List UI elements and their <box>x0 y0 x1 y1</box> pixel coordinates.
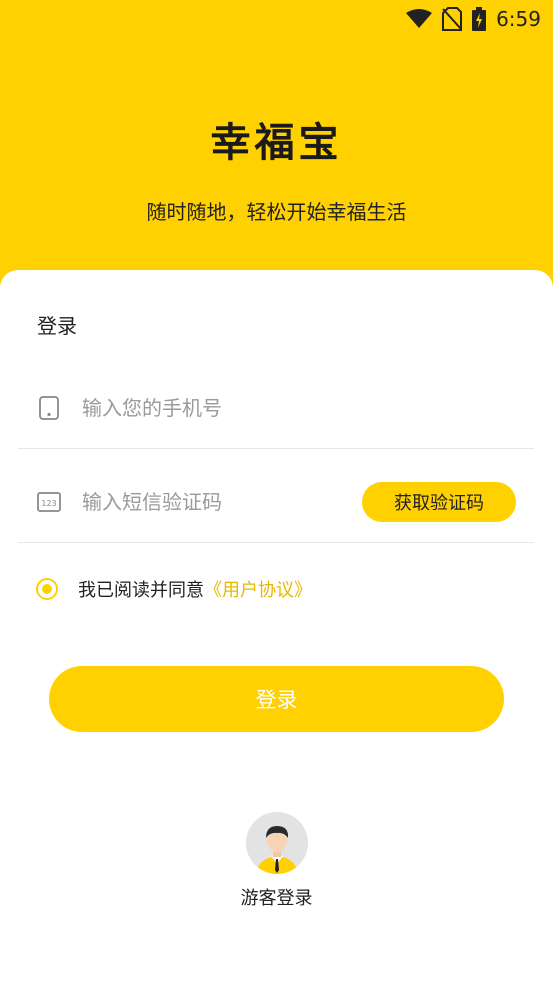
login-card: 登录 123 获取验证码 我已阅读并同意 《用户协议》 登录 游客登录 <box>0 270 553 983</box>
user-agreement-link[interactable]: 《用户协议》 <box>204 576 312 602</box>
guest-avatar-icon[interactable] <box>245 812 308 874</box>
guest-login[interactable]: 游客登录 <box>0 812 553 910</box>
header: 幸福宝 随时随地，轻松开始幸福生活 <box>0 0 553 270</box>
get-code-button[interactable]: 获取验证码 <box>362 482 516 522</box>
code-field-row: 123 获取验证码 <box>18 462 534 543</box>
agreement-row: 我已阅读并同意 《用户协议》 <box>36 576 312 602</box>
agreement-text: 我已阅读并同意 <box>78 580 204 601</box>
agreement-radio[interactable] <box>36 578 58 600</box>
sms-code-input[interactable] <box>82 484 342 520</box>
guest-login-label[interactable]: 游客登录 <box>0 884 553 910</box>
app-subtitle: 随时随地，轻松开始幸福生活 <box>146 200 407 224</box>
app-title: 幸福宝 <box>210 119 343 166</box>
numeric-code-icon: 123 <box>37 492 61 512</box>
login-button[interactable]: 登录 <box>49 666 504 732</box>
phone-icon <box>39 396 59 420</box>
phone-input[interactable] <box>82 390 342 426</box>
svg-text:123: 123 <box>41 499 56 508</box>
login-section-title: 登录 <box>37 314 77 338</box>
phone-field-row <box>18 368 534 449</box>
